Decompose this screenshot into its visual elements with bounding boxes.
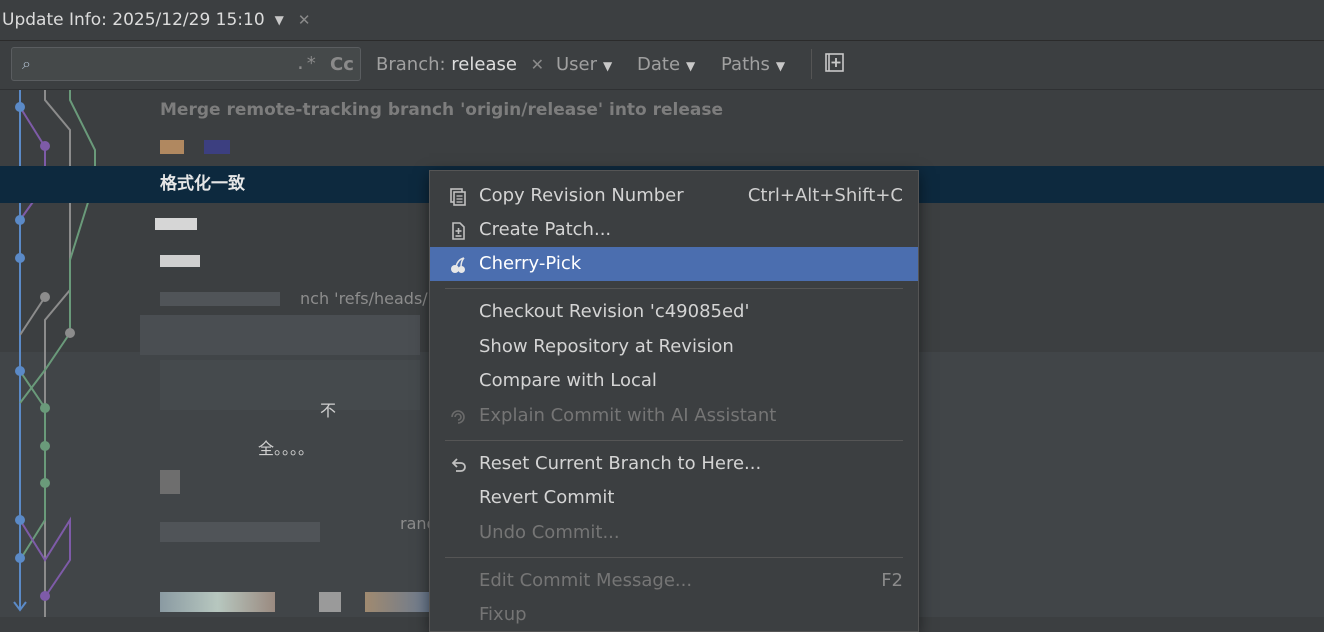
menu-item-fixup[interactable]: Fixup	[430, 598, 918, 632]
menu-item-cherry-pick[interactable]: Cherry-Pick	[430, 247, 918, 281]
menu-item-label: Fixup	[479, 604, 527, 625]
commit-message-blurred	[160, 292, 280, 306]
commit-message: 不	[320, 401, 337, 420]
menu-item-explain-commit[interactable]: Explain Commit with AI Assistant	[430, 399, 918, 433]
patch-icon	[452, 222, 465, 240]
commit-message-blurred	[160, 360, 420, 410]
menu-item-label: Undo Commit...	[479, 522, 620, 543]
author-avatar-blurred	[160, 140, 184, 154]
menu-item-label: Show Repository at Revision	[479, 336, 734, 357]
paths-filter[interactable]: Paths ▼	[721, 54, 785, 75]
menu-item-create-patch[interactable]: Create Patch...	[430, 213, 918, 247]
match-case-toggle[interactable]: Cc	[330, 54, 354, 75]
log-toolbar: ⌕ .* Cc Branch: release ✕ User ▼ Date ▼ Pa…	[0, 41, 1324, 90]
toolbar-divider	[811, 49, 812, 79]
menu-item-edit-commit-message[interactable]: Edit Commit Message... F2	[430, 564, 918, 598]
search-icon[interactable]: ⌕	[22, 54, 31, 74]
menu-item-reset-branch[interactable]: Reset Current Branch to Here...	[430, 447, 918, 481]
search-input[interactable]	[52, 52, 286, 78]
commit-row[interactable]: Merge remote-tracking branch 'origin/rel…	[160, 92, 723, 129]
commit-message-blurred	[140, 315, 420, 355]
branch-filter-label: Branch:	[376, 54, 446, 75]
author-avatar-blurred	[204, 140, 230, 154]
commit-message: Merge remote-tracking branch 'origin/rel…	[160, 100, 724, 120]
menu-item-label: Copy Revision Number	[479, 185, 684, 206]
commit-context-menu: Copy Revision Number Ctrl+Alt+Shift+C Cr…	[429, 170, 919, 632]
new-tab-icon[interactable]	[824, 51, 846, 73]
chevron-down-icon: ▼	[686, 59, 696, 73]
menu-item-label: Compare with Local	[479, 370, 657, 391]
cherry-icon	[451, 257, 465, 273]
commit-row[interactable]: nch 'refs/heads/rel	[300, 280, 448, 317]
menu-item-label: Checkout Revision 'c49085ed'	[479, 301, 750, 322]
commit-message-blurred	[160, 522, 320, 542]
ai-assistant-icon	[451, 410, 465, 424]
author-avatar-blurred	[160, 592, 275, 612]
tab-title: Update Info: 2025/12/29 15:10	[2, 10, 265, 30]
regex-toggle[interactable]: .*	[295, 53, 317, 74]
update-info-tab[interactable]: Update Info: 2025/12/29 15:10 ▼ ✕	[0, 0, 1324, 41]
date-filter[interactable]: Date ▼	[637, 54, 695, 75]
chevron-down-icon: ▼	[775, 59, 786, 73]
menu-item-shortcut: F2	[881, 570, 903, 591]
commit-message: 全。。。。	[258, 439, 315, 458]
commit-message: 格式化一致	[160, 174, 245, 194]
menu-item-checkout-revision[interactable]: Checkout Revision 'c49085ed'	[430, 295, 918, 329]
chevron-down-icon[interactable]: ▼	[275, 13, 284, 27]
clear-filter-icon[interactable]: ✕	[531, 55, 544, 74]
author-avatar-blurred	[365, 592, 429, 612]
menu-item-compare-with-local[interactable]: Compare with Local	[430, 364, 918, 398]
commit-message-blurred	[160, 470, 180, 494]
menu-item-label: Create Patch...	[479, 219, 612, 240]
commit-row[interactable]: 全。。。。	[258, 430, 314, 467]
menu-item-label: Reset Current Branch to Here...	[479, 453, 762, 474]
branch-filter-value: release	[451, 54, 517, 75]
chevron-down-icon: ▼	[603, 59, 613, 73]
menu-item-label: Edit Commit Message...	[479, 570, 693, 591]
menu-separator	[445, 557, 903, 558]
menu-item-copy-revision-number[interactable]: Copy Revision Number Ctrl+Alt+Shift+C	[430, 179, 918, 213]
menu-item-label: Cherry-Pick	[479, 253, 582, 274]
menu-item-undo-commit[interactable]: Undo Commit...	[430, 516, 918, 550]
date-filter-label: Date	[637, 54, 681, 75]
menu-item-label: Revert Commit	[479, 487, 615, 508]
commit-message-blurred	[155, 218, 197, 230]
close-icon[interactable]: ✕	[298, 11, 311, 29]
menu-item-label: Explain Commit with AI Assistant	[479, 405, 777, 426]
search-box[interactable]: ⌕ .* Cc	[11, 47, 361, 81]
author-avatar-blurred	[319, 592, 341, 612]
menu-item-revert-commit[interactable]: Revert Commit	[430, 481, 918, 515]
user-filter[interactable]: User ▼	[556, 54, 612, 75]
commit-message: nch 'refs/heads/rel	[300, 289, 449, 308]
copy-icon	[450, 188, 466, 206]
menu-separator	[445, 288, 903, 289]
menu-item-show-repository[interactable]: Show Repository at Revision	[430, 330, 918, 364]
branch-filter[interactable]: Branch: release ✕	[376, 54, 544, 75]
paths-filter-label: Paths	[721, 54, 770, 75]
commit-message-blurred	[160, 255, 200, 267]
menu-item-shortcut: Ctrl+Alt+Shift+C	[747, 185, 903, 206]
commit-row[interactable]: 不	[320, 392, 336, 429]
undo-icon	[451, 458, 466, 472]
user-filter-label: User	[556, 54, 598, 75]
menu-separator	[445, 440, 903, 441]
